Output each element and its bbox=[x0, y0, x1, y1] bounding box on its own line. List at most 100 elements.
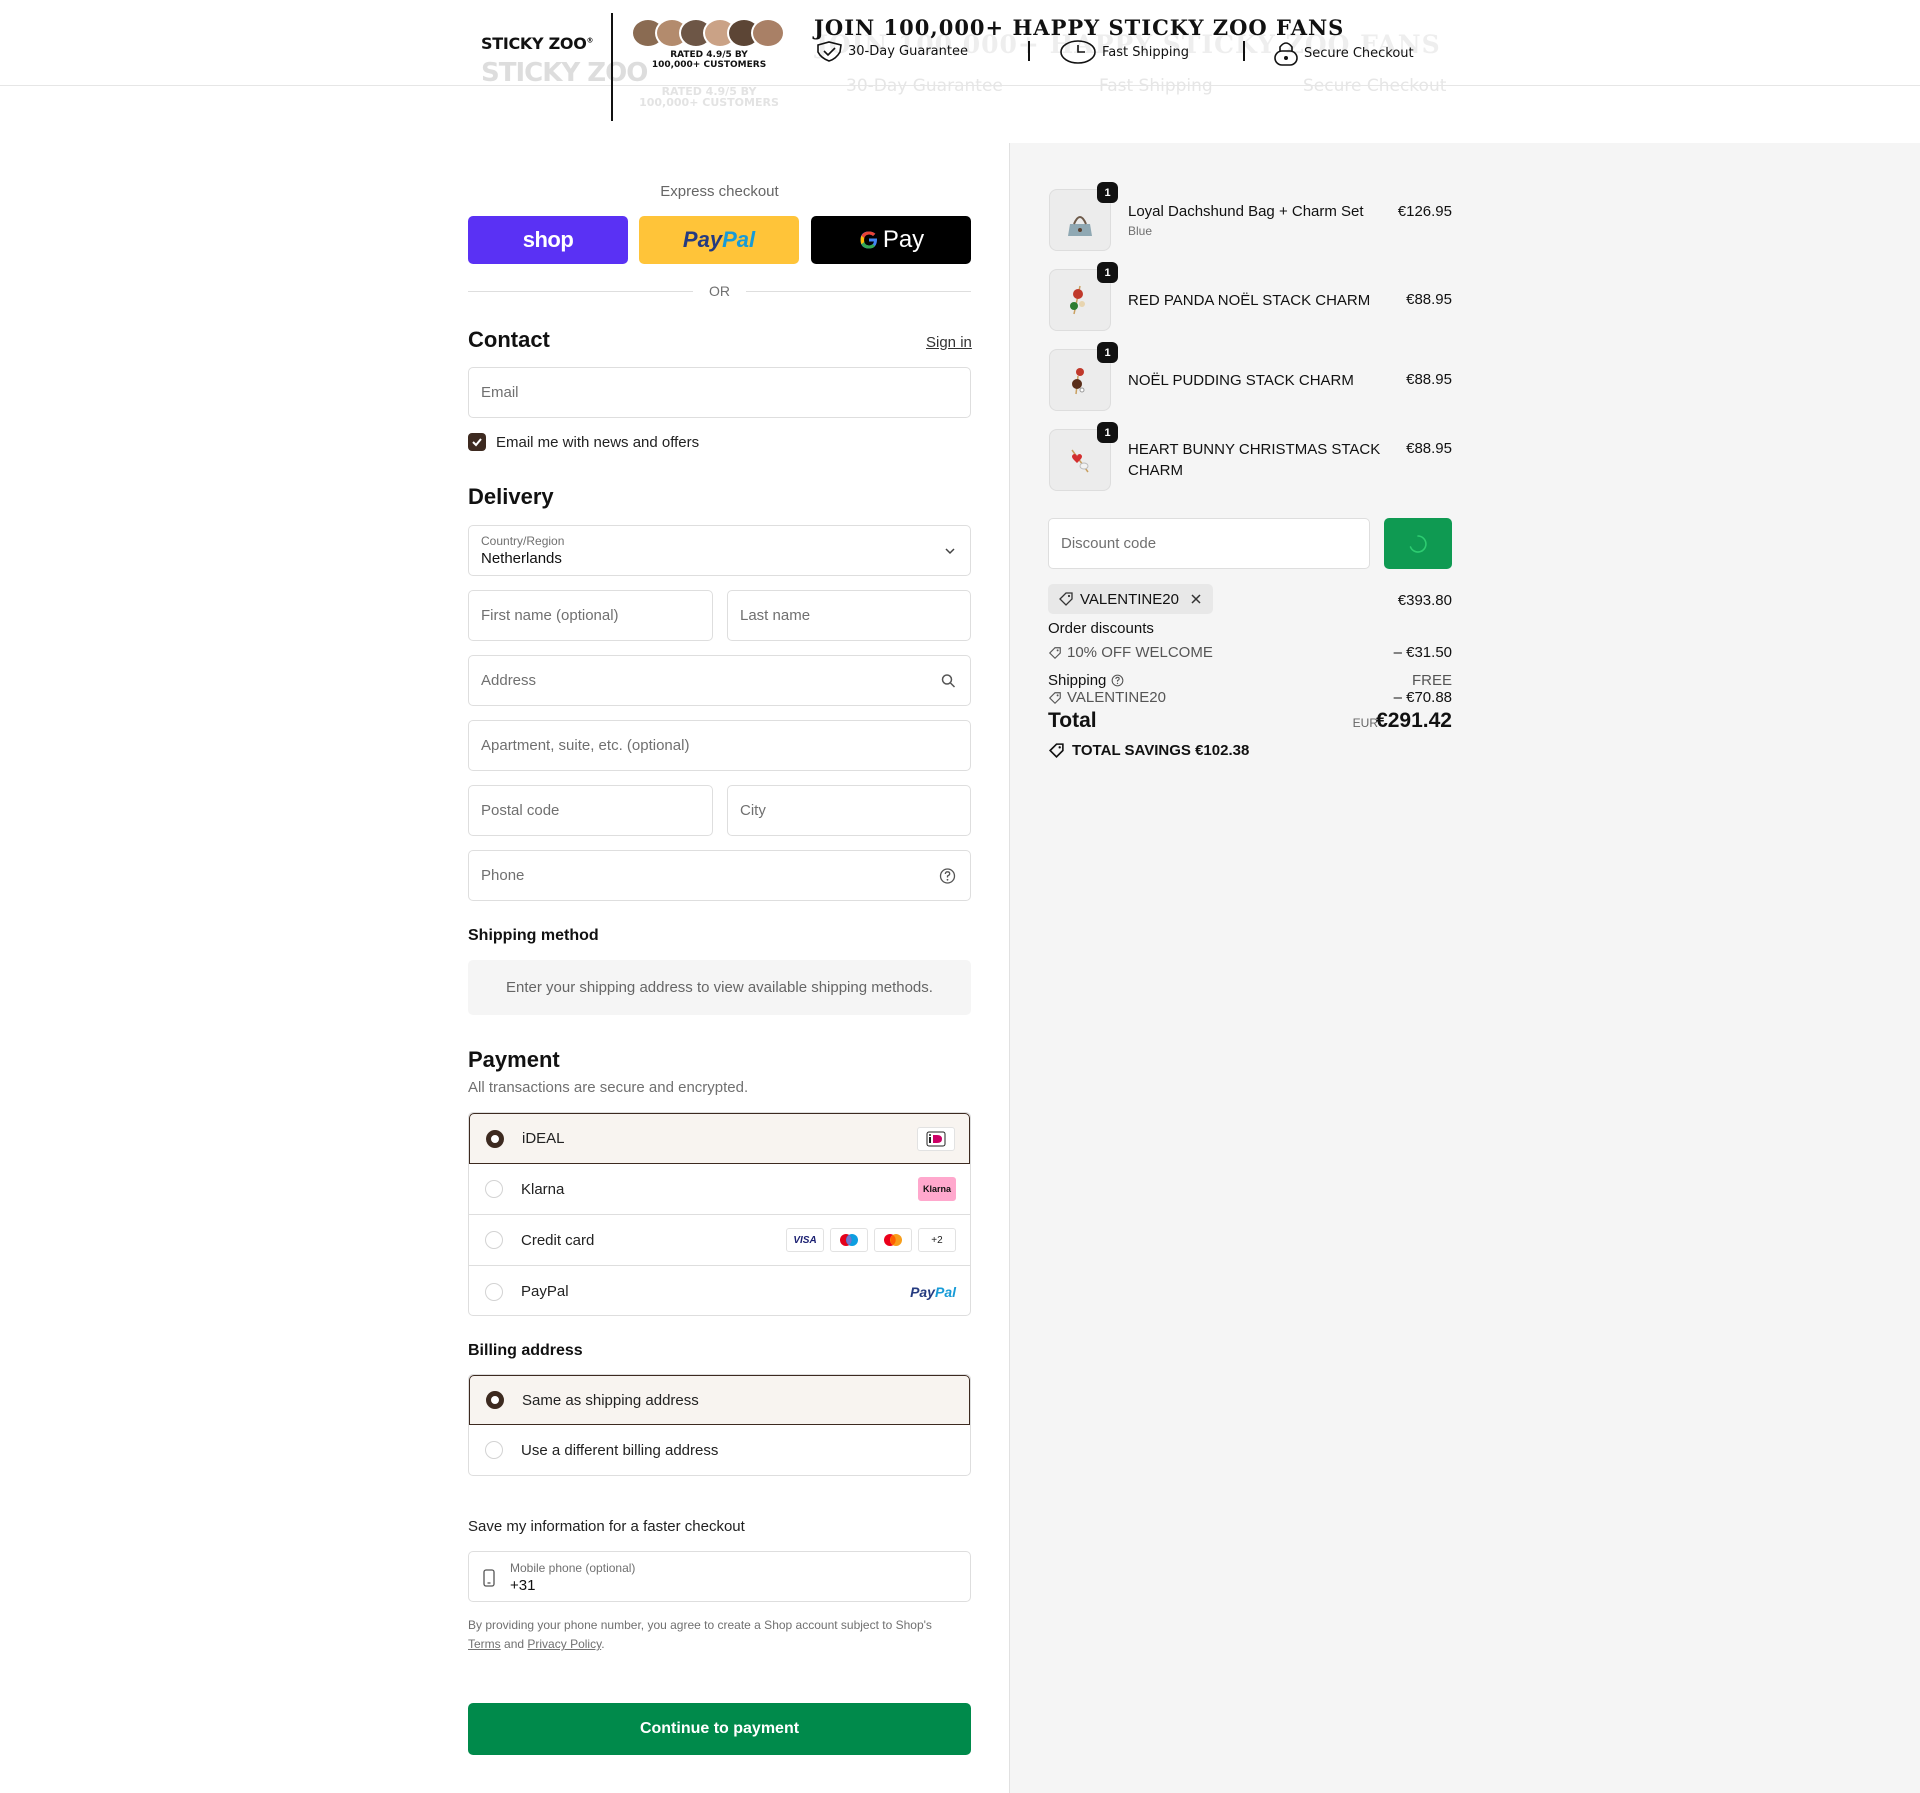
terms-link[interactable]: Terms bbox=[468, 1637, 501, 1651]
country-select[interactable]: Country/Region Netherlands bbox=[468, 525, 971, 576]
apartment-field[interactable]: Apartment, suite, etc. (optional) bbox=[468, 720, 971, 771]
payment-subtitle: All transactions are secure and encrypte… bbox=[468, 1079, 749, 1096]
visa-logo: VISA bbox=[786, 1228, 824, 1252]
contact-title: Contact bbox=[468, 327, 550, 352]
shield-check-icon bbox=[817, 41, 842, 62]
newsletter-checkbox[interactable] bbox=[468, 433, 486, 451]
item-name: Loyal Dachshund Bag + Charm Set bbox=[1128, 203, 1364, 220]
paypal-button[interactable]: Pay Pal bbox=[639, 216, 799, 264]
tag-icon bbox=[1048, 743, 1064, 759]
radio[interactable] bbox=[485, 1282, 503, 1301]
quantity-badge: 1 bbox=[1097, 342, 1118, 363]
logo[interactable]: STICKY ZOO® bbox=[481, 34, 593, 53]
mobile-phone-icon bbox=[483, 1569, 495, 1587]
or-divider: OR bbox=[468, 283, 971, 299]
shipping-badge-ghost: Fast Shipping bbox=[1099, 76, 1213, 96]
rating-text: RATED 4.9/5 BY 100,000+ CUSTOMERS bbox=[651, 50, 767, 70]
shipping-label: Shipping bbox=[1048, 672, 1124, 689]
item-name: RED PANDA NOËL STACK CHARM bbox=[1128, 292, 1371, 309]
radio[interactable] bbox=[485, 1441, 503, 1459]
item-name: HEART BUNNY CHRISTMAS STACK CHARM bbox=[1128, 441, 1381, 479]
paypal-logo: PayPal bbox=[910, 1283, 956, 1300]
radio-selected[interactable] bbox=[486, 1129, 504, 1148]
loading-spinner-icon bbox=[1409, 534, 1427, 553]
customer-avatars bbox=[631, 18, 787, 48]
shipping-method-title: Shipping method bbox=[468, 927, 599, 944]
apply-discount-button[interactable] bbox=[1384, 518, 1452, 569]
payment-option-paypal[interactable]: PayPal PayPal bbox=[469, 1266, 970, 1315]
payment-option-credit-card[interactable]: Credit card VISA +2 bbox=[469, 1215, 970, 1266]
item-price: €88.95 bbox=[1406, 291, 1452, 308]
address-field[interactable]: Address bbox=[468, 655, 971, 706]
first-name-field[interactable]: First name (optional) bbox=[468, 590, 713, 641]
item-price: €88.95 bbox=[1406, 440, 1452, 457]
delivery-title: Delivery bbox=[468, 484, 554, 509]
item-name: NOËL PUDDING STACK CHARM bbox=[1128, 372, 1354, 389]
google-pay-button[interactable]: Pay bbox=[811, 216, 971, 264]
newsletter-checkbox-row[interactable]: Email me with news and offers bbox=[468, 433, 699, 451]
shipping-value: FREE bbox=[1411, 672, 1452, 689]
payment-option-ideal[interactable]: iDEAL bbox=[469, 1113, 970, 1164]
applied-discount-tag: VALENTINE20 bbox=[1048, 584, 1213, 614]
secure-badge: Secure Checkout bbox=[1272, 40, 1414, 66]
sign-in-link[interactable]: Sign in bbox=[926, 334, 972, 351]
logo-ghost: STICKY ZOO bbox=[481, 58, 648, 88]
payment-title: Payment bbox=[468, 1047, 560, 1072]
shipping-method-info: Enter your shipping address to view avai… bbox=[468, 960, 971, 1015]
item-price: €88.95 bbox=[1406, 371, 1452, 388]
ideal-logo bbox=[917, 1126, 955, 1151]
item-variant: Blue bbox=[1128, 224, 1153, 238]
privacy-policy-link[interactable]: Privacy Policy bbox=[527, 1637, 601, 1651]
headline: JOIN 100,000+ HAPPY STICKY ZOO FANS bbox=[814, 15, 1345, 40]
quantity-badge: 1 bbox=[1097, 182, 1118, 203]
legal-text: By providing your phone number, you agre… bbox=[468, 1618, 932, 1651]
site-header: STICKY ZOO® STICKY ZOO RATED 4.9/5 BY 10… bbox=[0, 0, 1920, 121]
check-icon bbox=[472, 438, 482, 447]
quantity-badge: 1 bbox=[1097, 422, 1118, 443]
quantity-badge: 1 bbox=[1097, 262, 1118, 283]
maestro-logo bbox=[830, 1228, 868, 1252]
total-label: Total bbox=[1048, 709, 1097, 732]
payment-option-klarna[interactable]: Klarna Klarna bbox=[469, 1164, 970, 1215]
help-circle-icon[interactable] bbox=[939, 867, 956, 884]
radio[interactable] bbox=[485, 1231, 503, 1249]
mastercard-logo bbox=[874, 1228, 912, 1252]
radio-selected[interactable] bbox=[486, 1391, 504, 1409]
subtotal-value: €393.80 bbox=[1397, 592, 1452, 609]
express-checkout-label: Express checkout bbox=[660, 183, 779, 200]
email-field[interactable]: Email bbox=[468, 367, 971, 418]
secure-badge-ghost: Secure Checkout bbox=[1303, 76, 1447, 96]
billing-same-option[interactable]: Same as shipping address bbox=[469, 1375, 970, 1425]
city-field[interactable]: City bbox=[727, 785, 971, 836]
shop-pay-button[interactable]: shop bbox=[468, 216, 628, 264]
shipping-badge: Fast Shipping bbox=[1060, 40, 1189, 64]
more-cards-badge: +2 bbox=[918, 1228, 956, 1252]
shipping-discount-label: VALENTINE20 bbox=[1048, 689, 1166, 706]
save-info-label: Save my information for a faster checkou… bbox=[468, 1518, 745, 1535]
billing-options: Same as shipping address Use a different… bbox=[468, 1374, 971, 1476]
postal-code-field[interactable]: Postal code bbox=[468, 785, 713, 836]
currency-code: EUR bbox=[1352, 716, 1378, 730]
google-g-icon bbox=[860, 231, 877, 249]
continue-to-payment-button[interactable]: Continue to payment bbox=[468, 1703, 971, 1755]
lock-icon bbox=[1274, 42, 1298, 66]
item-price: €126.95 bbox=[1397, 203, 1452, 220]
help-circle-icon[interactable] bbox=[1111, 674, 1124, 687]
billing-title: Billing address bbox=[468, 1342, 583, 1359]
last-name-field[interactable]: Last name bbox=[727, 590, 971, 641]
billing-different-option[interactable]: Use a different billing address bbox=[469, 1425, 970, 1475]
close-icon[interactable] bbox=[1189, 592, 1203, 606]
guarantee-badge: 30-Day Guarantee bbox=[814, 40, 968, 62]
discount-code-field[interactable]: Discount code bbox=[1048, 518, 1370, 569]
total-value: €291.42 bbox=[1376, 709, 1452, 732]
search-icon bbox=[941, 673, 956, 688]
order-discounts-label: Order discounts bbox=[1048, 620, 1154, 637]
phone-field[interactable]: Phone bbox=[468, 850, 971, 901]
payment-options: iDEAL Klarna Klarna Credit card VISA +2 bbox=[468, 1112, 971, 1316]
tag-icon bbox=[1059, 592, 1073, 606]
radio[interactable] bbox=[485, 1180, 503, 1198]
chevron-down-icon bbox=[945, 547, 955, 554]
klarna-logo: Klarna bbox=[918, 1177, 956, 1201]
mobile-phone-field[interactable]: Mobile phone (optional) +31 bbox=[468, 1551, 971, 1602]
tag-icon bbox=[1048, 691, 1061, 704]
